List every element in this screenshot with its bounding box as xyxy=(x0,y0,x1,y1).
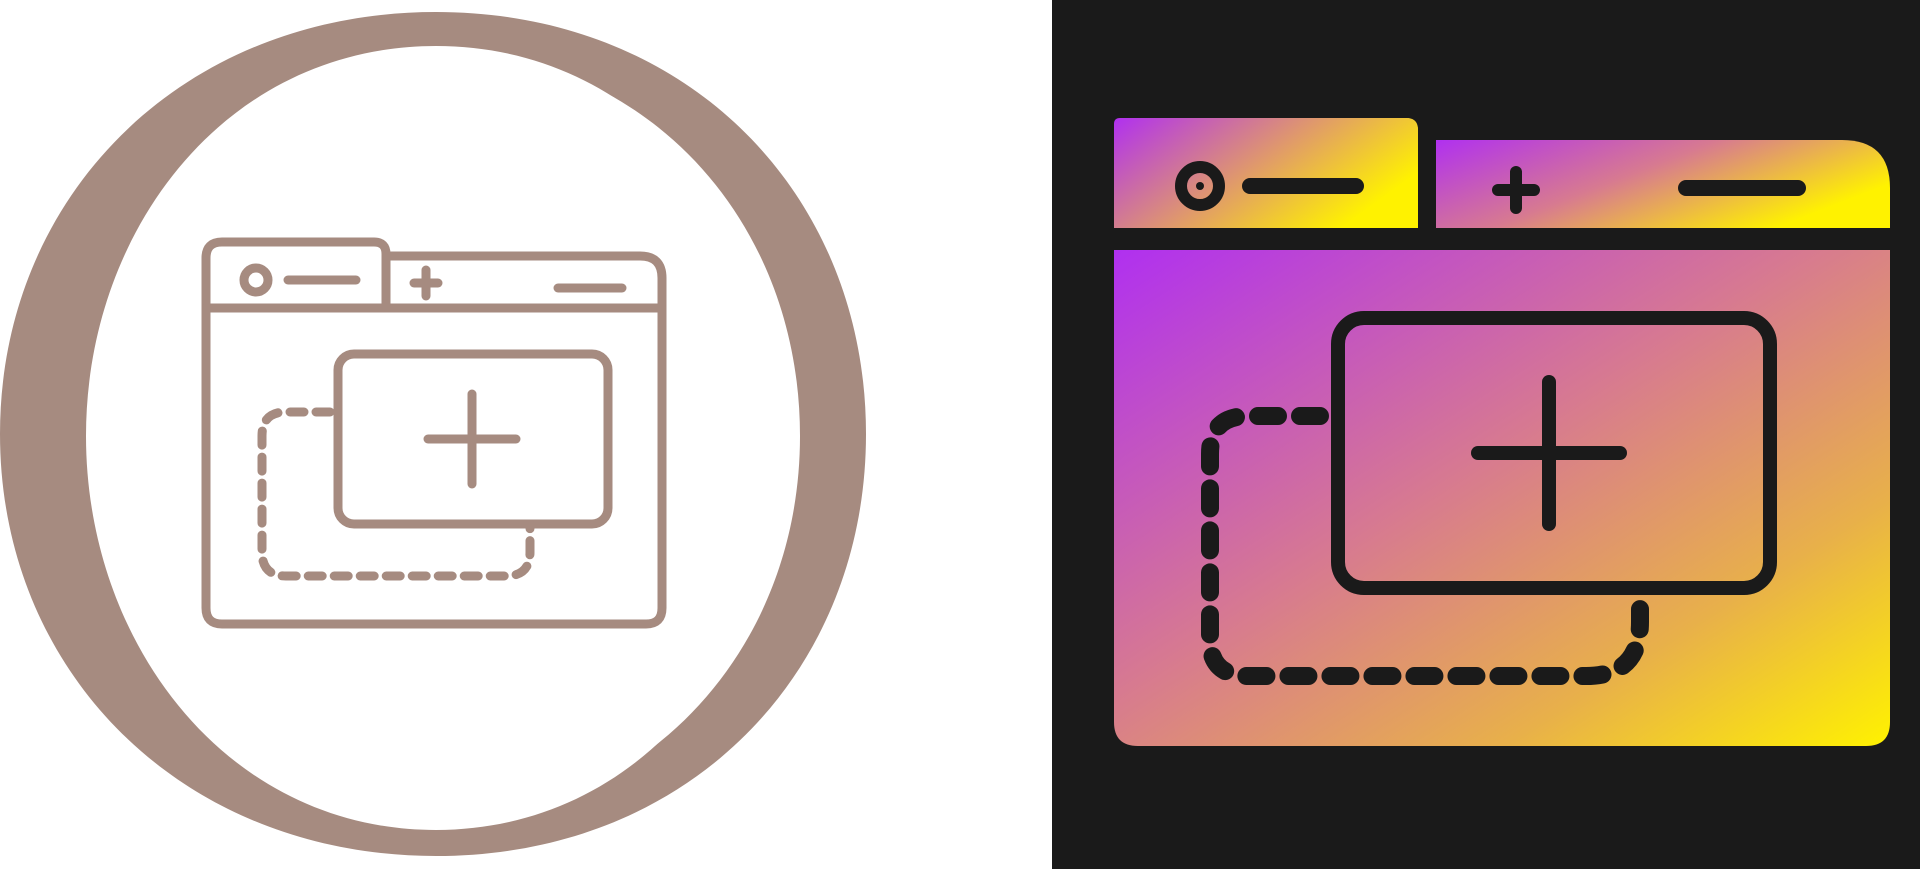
browser-window-outline-icon xyxy=(201,237,667,629)
browser-window-glyph-icon xyxy=(1114,118,1890,746)
icon-comparison-canvas xyxy=(0,0,1920,869)
ring-decoration-icon xyxy=(0,12,866,856)
gradient-new-tab-icon xyxy=(1052,0,1920,869)
outline-new-tab-icon xyxy=(0,12,866,856)
outline-icon-panel xyxy=(0,0,1052,869)
gradient-icon-panel xyxy=(1052,0,1920,869)
